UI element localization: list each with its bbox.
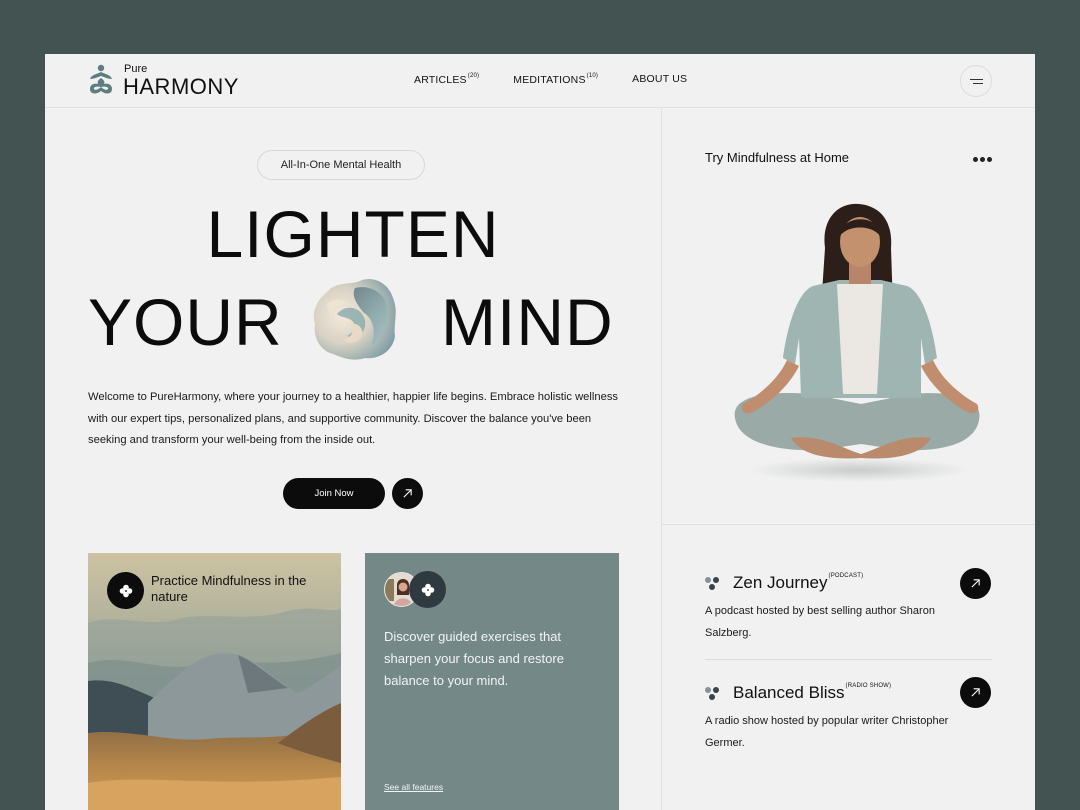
show-divider: [705, 659, 992, 660]
headline-line1: LIGHTEN: [206, 197, 500, 271]
logo-big-text: HARMONY: [123, 74, 239, 99]
section-divider: [662, 524, 1035, 525]
show-item: Zen Journey(PODCAST) A podcast hosted by…: [705, 568, 992, 644]
arrow-up-right-icon: [971, 579, 980, 588]
show-title-text: Balanced Bliss: [733, 683, 845, 702]
features-text: Discover guided exercises that sharpen y…: [384, 629, 564, 688]
show-description: A podcast hosted by best selling author …: [705, 605, 935, 639]
sidebar-title: Try Mindfulness at Home: [705, 150, 850, 165]
nature-card-title: Practice Mindfulness in the nature: [151, 573, 307, 604]
hamburger-icon-line: [972, 82, 983, 84]
features-card: Discover guided exercises that sharpen y…: [365, 553, 619, 810]
show-item: Balanced Bliss(RADIO SHOW) A radio show …: [705, 678, 992, 754]
show-tag: (RADIO SHOW): [845, 683, 892, 689]
show-tag: (PODCAST): [828, 573, 864, 579]
show-title: Balanced Bliss(RADIO SHOW): [733, 683, 891, 703]
hamburger-icon: [969, 78, 983, 80]
nature-badge: [107, 572, 144, 609]
nav-meditations-label: MEDITATIONS: [513, 74, 586, 86]
abstract-sculpture-image: [313, 278, 396, 360]
show-arrow-button[interactable]: [960, 568, 991, 599]
nav-meditations-count: (10): [586, 73, 599, 79]
headline-mind: MIND: [441, 285, 614, 359]
more-dots-icon: [973, 156, 978, 162]
clover-icon: [119, 584, 132, 597]
meditation-logo-icon: [90, 64, 112, 94]
arrow-up-right-icon: [971, 688, 980, 697]
nav-about-us[interactable]: ABOUT US: [632, 73, 687, 86]
clover-icon: [421, 583, 434, 596]
more-dot: [980, 156, 985, 162]
logo[interactable]: Pure HARMONY: [87, 64, 239, 98]
page: Pure HARMONY ARTICLES(20) MEDITATIONS(10…: [45, 54, 1035, 810]
nature-card[interactable]: Practice Mindfulness in the nature: [88, 553, 341, 810]
dots-icon: [705, 685, 723, 701]
arrow-up-right-icon: [403, 489, 412, 498]
nav-about-label: ABOUT US: [632, 73, 688, 85]
header: Pure HARMONY ARTICLES(20) MEDITATIONS(10…: [45, 54, 1035, 108]
dots-icon: [705, 575, 723, 591]
show-title: Zen Journey(PODCAST): [733, 573, 863, 593]
nav-articles-label: ARTICLES: [414, 74, 467, 86]
hero-description: Welcome to PureHarmony, where your journ…: [88, 391, 619, 446]
features-badge: [409, 571, 446, 608]
meditating-woman-image: [734, 203, 980, 482]
headline-your: YOUR: [88, 285, 283, 359]
join-now-button[interactable]: Join Now: [283, 478, 385, 509]
show-description: A radio show hosted by popular writer Ch…: [705, 715, 949, 749]
more-dot: [987, 156, 992, 162]
show-title-text: Zen Journey: [733, 573, 828, 592]
show-arrow-button[interactable]: [960, 677, 991, 708]
hero-arrow-button[interactable]: [392, 478, 423, 509]
nav-articles-count: (20): [467, 73, 480, 79]
nav-meditations[interactable]: MEDITATIONS(10): [513, 73, 598, 86]
more-options-button[interactable]: [973, 152, 995, 166]
see-all-features-link[interactable]: See all features: [384, 782, 443, 792]
main-nav: ARTICLES(20) MEDITATIONS(10) ABOUT US: [414, 73, 687, 86]
column-divider: [661, 108, 662, 810]
category-pill: All-In-One Mental Health: [257, 150, 425, 180]
menu-button[interactable]: [960, 65, 992, 97]
nav-articles[interactable]: ARTICLES(20): [414, 73, 479, 86]
